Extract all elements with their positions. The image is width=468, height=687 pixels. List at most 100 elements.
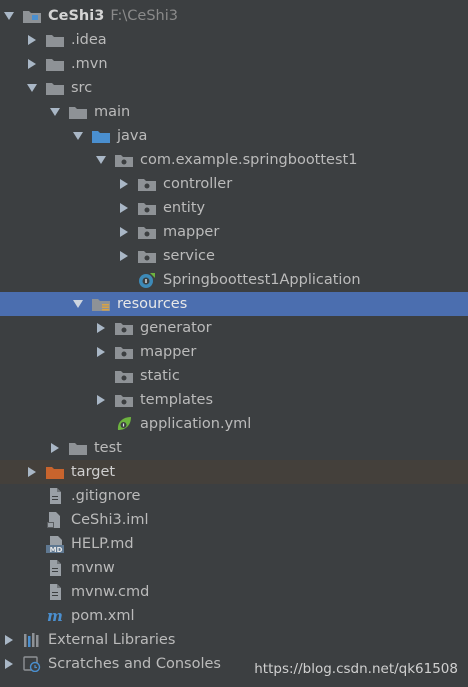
scratches-icon [23,656,41,672]
library-icon [23,632,41,648]
tree-label: generator [140,320,212,336]
tree-row-iml[interactable]: CeShi3.iml [0,508,468,532]
tree-row-gitignore[interactable]: .gitignore [0,484,468,508]
package-icon [115,344,133,360]
tree-label: com.example.springboottest1 [140,152,358,168]
folder-icon [69,440,87,456]
tree-row-application-class[interactable]: Springboottest1Application [0,268,468,292]
tree-label: mapper [163,224,220,240]
tree-label: service [163,248,215,264]
tree-row-test[interactable]: test [0,436,468,460]
maven-icon: m [46,608,64,624]
file-icon [46,488,64,504]
tree-label: static [140,368,180,384]
tree-label: application.yml [140,416,252,432]
chevron-right-icon[interactable] [25,28,39,52]
chevron-right-icon[interactable] [117,172,131,196]
tree-label: resources [117,296,188,312]
spring-leaf-icon [115,416,133,432]
chevron-right-icon[interactable] [25,460,39,484]
package-icon [138,248,156,264]
chevron-down-icon[interactable] [94,148,108,172]
tree-row-target[interactable]: target [0,460,468,484]
project-path: F:\CeShi3 [110,8,178,24]
chevron-right-icon[interactable] [94,388,108,412]
tree-row-package[interactable]: com.example.springboottest1 [0,148,468,172]
module-file-icon [46,512,64,528]
tree-label: templates [140,392,214,408]
chevron-right-icon[interactable] [48,436,62,460]
chevron-right-icon[interactable] [25,52,39,76]
tree-row-mapper[interactable]: mapper [0,220,468,244]
file-icon [46,584,64,600]
tree-row-mvnw-cmd[interactable]: mvnw.cmd [0,580,468,604]
md-badge-text: MD [50,546,63,553]
chevron-down-icon[interactable] [48,100,62,124]
tree-row-resources-mapper[interactable]: mapper [0,340,468,364]
chevron-right-icon[interactable] [117,220,131,244]
tree-label: pom.xml [71,608,135,624]
package-icon [138,224,156,240]
tree-label: mvnw [71,560,115,576]
tree-row-mvn[interactable]: .mvn [0,52,468,76]
chevron-right-icon[interactable] [2,652,16,676]
tree-label: .mvn [71,56,108,72]
tree-label: test [94,440,122,456]
package-icon [115,392,133,408]
tree-row-entity[interactable]: entity [0,196,468,220]
chevron-right-icon[interactable] [94,340,108,364]
tree-row-static[interactable]: static [0,364,468,388]
folder-icon [46,56,64,72]
tree-row-main[interactable]: main [0,100,468,124]
chevron-down-icon[interactable] [2,4,16,28]
tree-label: entity [163,200,206,216]
tree-row-external-libraries[interactable]: External Libraries [0,628,468,652]
chevron-right-icon[interactable] [2,628,16,652]
package-icon [138,200,156,216]
tree-row-mvnw[interactable]: mvnw [0,556,468,580]
tree-label: target [71,464,116,480]
tree-row-src[interactable]: src [0,76,468,100]
tree-row-help-md[interactable]: MD HELP.md [0,532,468,556]
tree-label: Springboottest1Application [163,272,361,288]
tree-row-generator[interactable]: generator [0,316,468,340]
tree-row-java[interactable]: java [0,124,468,148]
markdown-file-icon: MD [46,535,64,553]
folder-icon [69,104,87,120]
tree-row-templates[interactable]: templates [0,388,468,412]
tree-label: main [94,104,131,120]
tree-row-pom-xml[interactable]: m pom.xml [0,604,468,628]
chevron-down-icon[interactable] [71,292,85,316]
module-folder-icon [23,8,41,24]
tree-row-application-yml[interactable]: application.yml [0,412,468,436]
package-icon [115,368,133,384]
spring-boot-class-icon [138,272,156,288]
tree-row-service[interactable]: service [0,244,468,268]
tree-label: src [71,80,93,96]
tree-label: Scratches and Consoles [48,656,221,672]
tree-label: External Libraries [48,632,176,648]
tree-row-idea[interactable]: .idea [0,28,468,52]
file-icon [46,560,64,576]
chevron-down-icon[interactable] [25,76,39,100]
source-folder-icon [92,128,110,144]
tree-label: .idea [71,32,107,48]
tree-row-controller[interactable]: controller [0,172,468,196]
tree-label: .gitignore [71,488,141,504]
project-name: CeShi3 [48,8,105,24]
tree-label: java [117,128,148,144]
tree-label: CeShi3.iml [71,512,149,528]
tree-row-resources[interactable]: resources [0,292,468,316]
chevron-down-icon[interactable] [71,124,85,148]
tree-label: mvnw.cmd [71,584,150,600]
excluded-folder-icon [46,464,64,480]
tree-label: HELP.md [71,536,134,552]
chevron-right-icon[interactable] [117,196,131,220]
tree-row-project-root[interactable]: CeShi3 F:\CeShi3 [0,4,468,28]
project-tree[interactable]: CeShi3 F:\CeShi3 .idea .mvn src main java… [0,4,468,676]
maven-glyph: m [47,608,63,624]
chevron-right-icon[interactable] [117,244,131,268]
folder-icon [46,32,64,48]
package-icon [115,152,133,168]
chevron-right-icon[interactable] [94,316,108,340]
